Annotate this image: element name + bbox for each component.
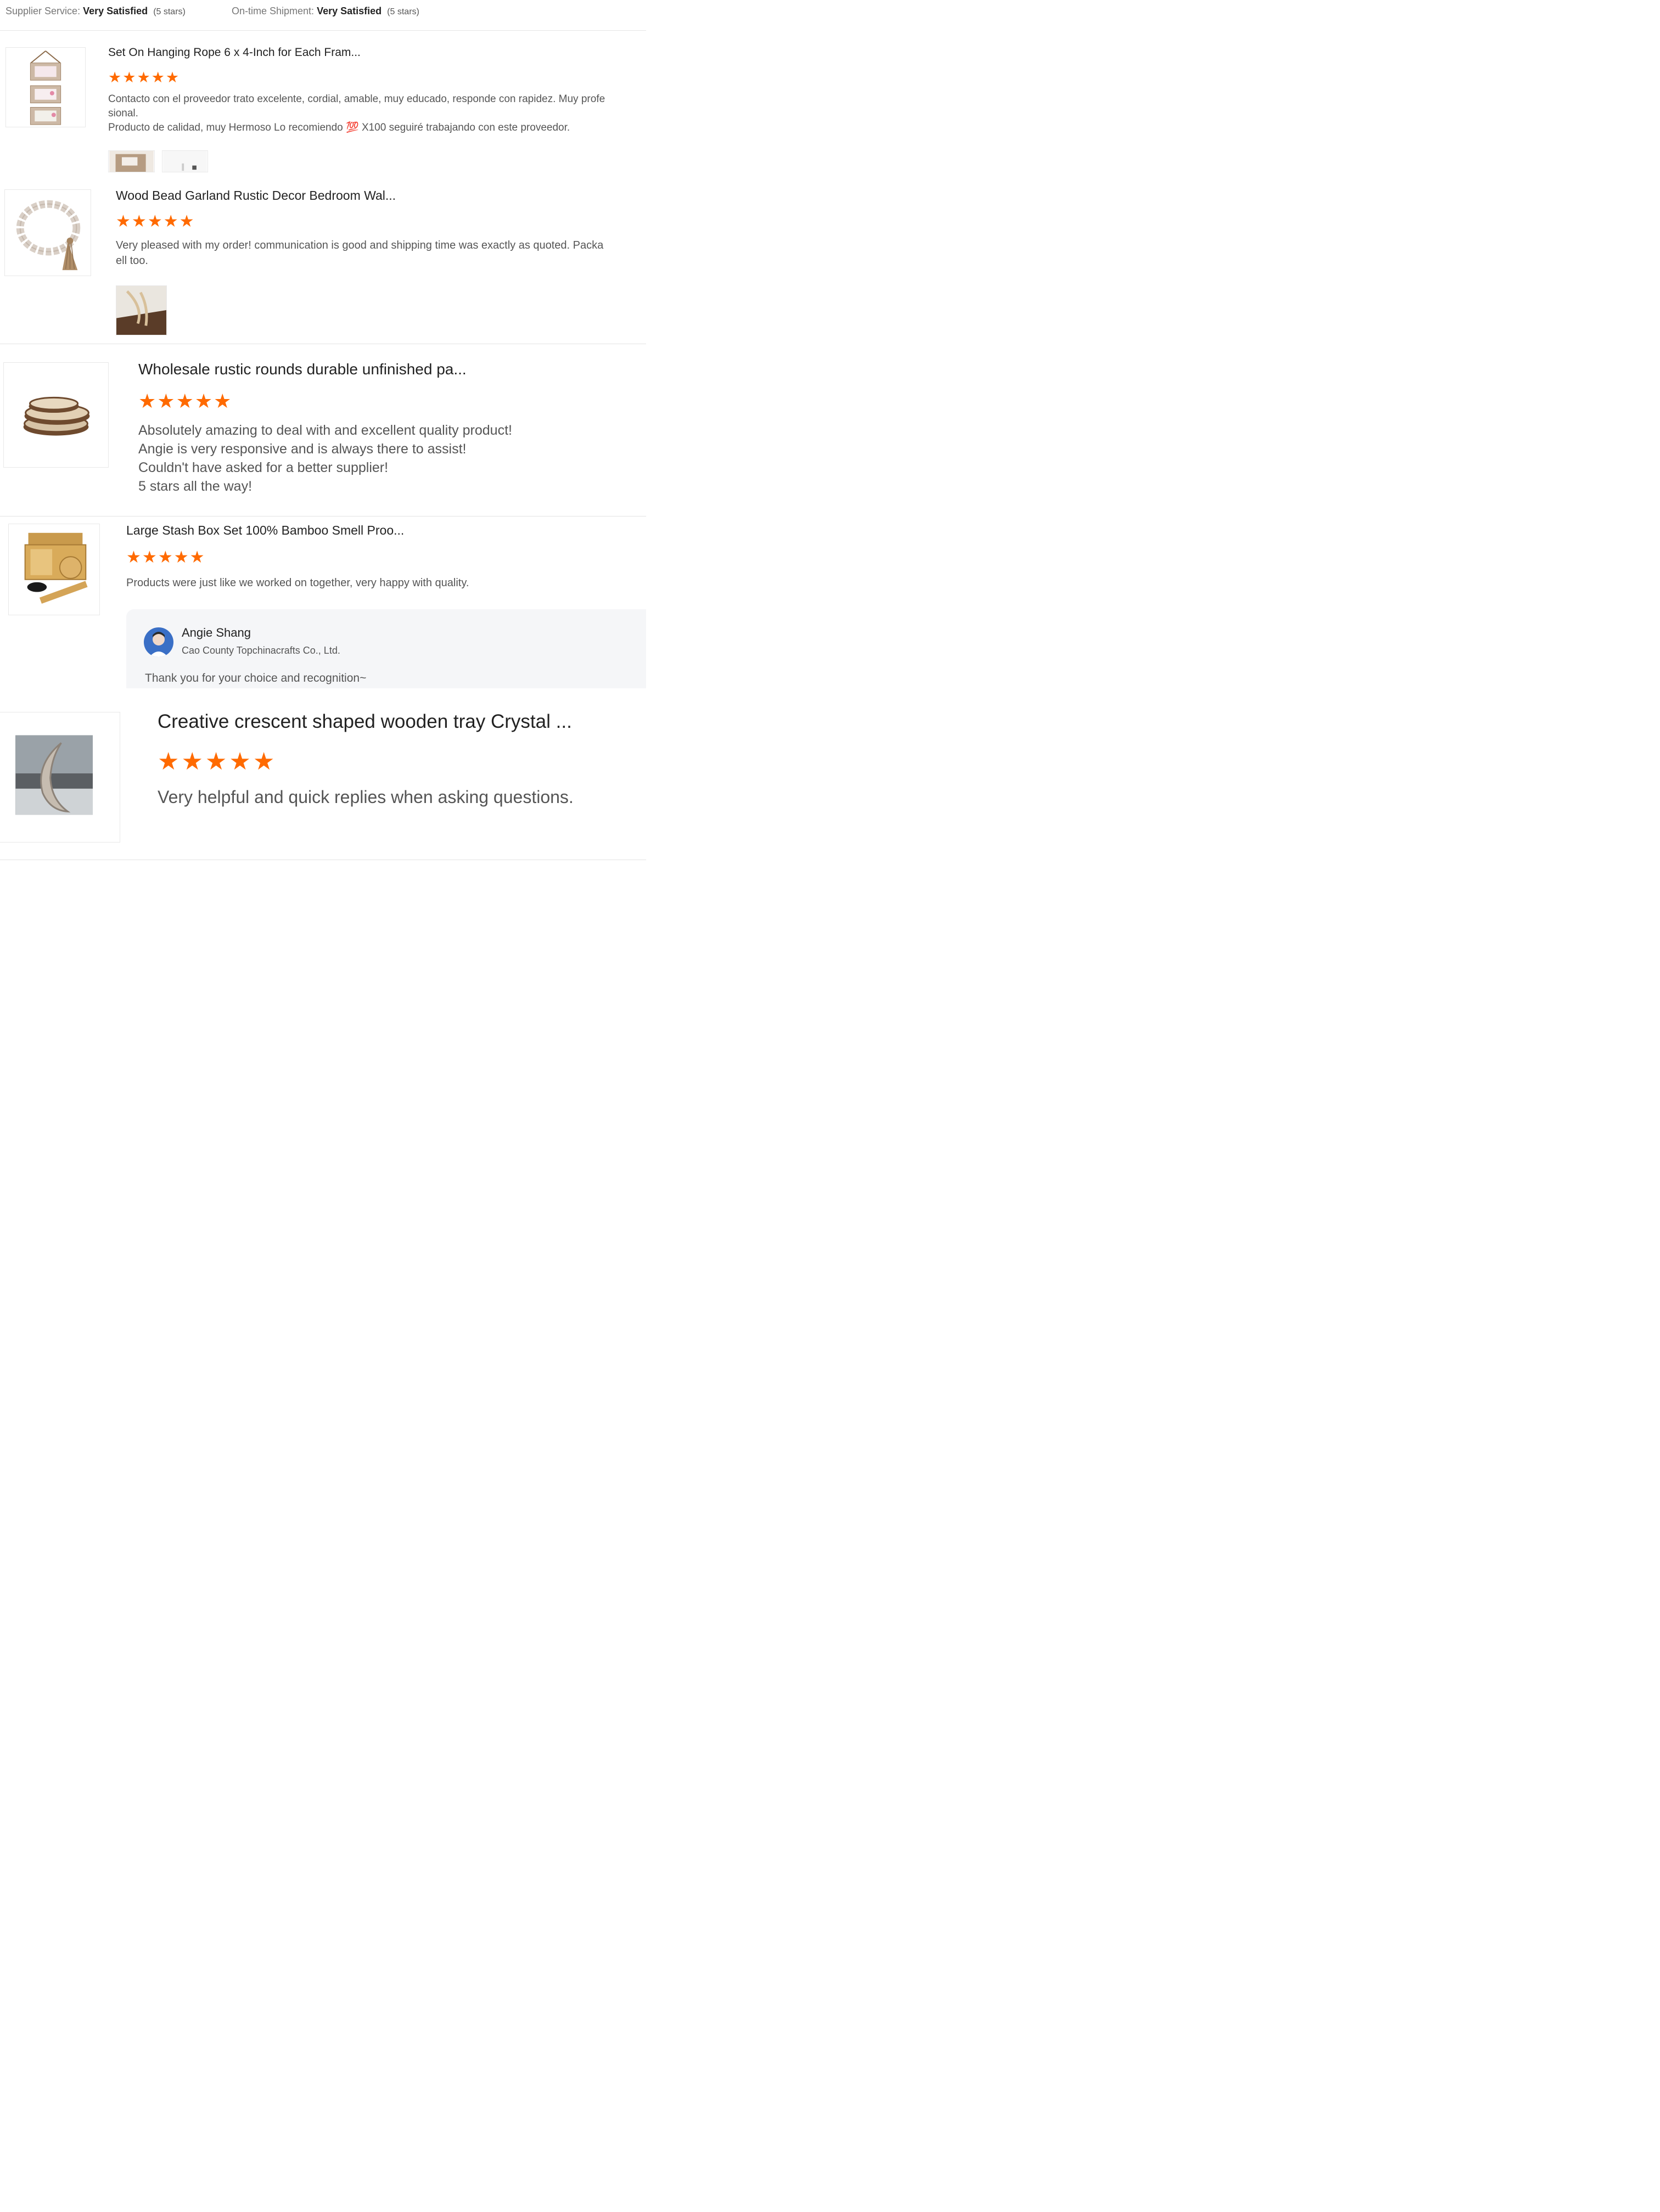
star-rating: ★ ★ ★ ★ ★: [116, 214, 194, 230]
on-time-shipment-label: On-time Shipment:: [232, 5, 315, 16]
on-time-shipment-value: Very Satisfied: [317, 5, 382, 16]
star-icon: ★: [163, 212, 178, 231]
review-text: Very helpful and quick replies when aski…: [158, 786, 574, 808]
star-icon: ★: [158, 548, 173, 566]
review-text-line: Producto de calidad, muy Hermoso Lo reco…: [108, 122, 570, 133]
star-icon: ★: [181, 748, 203, 775]
star-icon: ★: [205, 748, 227, 775]
star-icon: ★: [253, 748, 275, 775]
review-item: Large Stash Box Set 100% Bamboo Smell Pr…: [0, 516, 646, 688]
review-item: Wood Bead Garland Rustic Decor Bedroom W…: [0, 172, 646, 344]
review-text-line: Very helpful and quick replies when aski…: [158, 787, 574, 807]
product-title[interactable]: Large Stash Box Set 100% Bamboo Smell Pr…: [126, 523, 404, 538]
star-icon: ★: [179, 212, 194, 231]
star-icon: ★: [131, 212, 147, 231]
review-text-line: Angie is very responsive and is always t…: [138, 441, 467, 457]
star-icon: ★: [142, 548, 157, 566]
product-thumbnail[interactable]: [8, 524, 100, 615]
review-text: Products were just like we worked on tog…: [126, 575, 469, 591]
review-item: Set On Hanging Rope 6 x 4-Inch for Each …: [0, 31, 646, 172]
supplier-reply: Angie Shang Cao County Topchinacrafts Co…: [126, 609, 646, 688]
star-icon: ★: [189, 548, 205, 566]
rating-summary-bar: Supplier Service: Very Satisfied (5 star…: [0, 0, 646, 31]
review-text-line: Couldn't have asked for a better supplie…: [138, 460, 389, 475]
star-icon: ★: [157, 390, 175, 412]
star-icon: ★: [147, 212, 162, 231]
review-text-line: Absolutely amazing to deal with and exce…: [138, 423, 512, 438]
review-item: Creative crescent shaped wooden tray Cry…: [0, 688, 646, 861]
reply-author-name: Angie Shang: [182, 626, 251, 639]
product-title[interactable]: Creative crescent shaped wooden tray Cry…: [158, 711, 572, 733]
product-title[interactable]: Wholesale rustic rounds durable unfinish…: [138, 361, 467, 378]
supplier-service-value: Very Satisfied: [83, 5, 148, 16]
star-icon: ★: [137, 69, 150, 86]
product-thumbnail[interactable]: [3, 362, 109, 468]
reply-company: Cao County Topchinacrafts Co., Ltd.: [182, 645, 340, 656]
review-photo[interactable]: [108, 150, 155, 172]
star-rating: ★ ★ ★ ★ ★: [126, 549, 205, 566]
review-photo[interactable]: [162, 150, 208, 172]
review-photo[interactable]: [116, 285, 167, 335]
supplier-service-label: Supplier Service:: [5, 5, 81, 16]
review-text-line: ell too.: [116, 255, 148, 267]
star-icon: ★: [108, 69, 122, 86]
star-icon: ★: [229, 748, 251, 775]
star-icon: ★: [138, 390, 156, 412]
review-text: Absolutely amazing to deal with and exce…: [138, 421, 512, 496]
review-text: Contacto con el proveedor trato excelent…: [108, 92, 605, 135]
star-icon: ★: [176, 390, 194, 412]
on-time-shipment-rating: On-time Shipment: Very Satisfied (5 star…: [232, 5, 419, 17]
product-thumbnail[interactable]: [0, 712, 120, 843]
reply-message: Thank you for your choice and recognitio…: [145, 672, 367, 684]
star-icon: ★: [214, 390, 232, 412]
star-icon: ★: [116, 212, 131, 231]
on-time-shipment-count: (5 stars): [387, 7, 419, 16]
review-text: Very pleased with my order! communicatio…: [116, 238, 646, 268]
product-title[interactable]: Set On Hanging Rope 6 x 4-Inch for Each …: [108, 46, 361, 59]
product-thumbnail[interactable]: [5, 47, 86, 127]
star-icon: ★: [194, 390, 213, 412]
star-icon: ★: [126, 548, 141, 566]
avatar: [144, 627, 173, 657]
supplier-service-count: (5 stars): [153, 7, 186, 16]
star-icon: ★: [151, 69, 165, 86]
star-icon: ★: [173, 548, 189, 566]
review-text-line: Very pleased with my order! communicatio…: [116, 239, 604, 251]
star-rating: ★ ★ ★ ★ ★: [138, 391, 231, 411]
star-icon: ★: [122, 69, 136, 86]
review-text-line: sional.: [108, 108, 138, 119]
star-rating: ★ ★ ★ ★ ★: [108, 70, 179, 85]
review-text-line: 5 stars all the way!: [138, 479, 253, 494]
supplier-service-rating: Supplier Service: Very Satisfied (5 star…: [5, 5, 186, 17]
star-icon: ★: [158, 748, 180, 775]
product-thumbnail[interactable]: [4, 189, 91, 276]
review-text-line: Contacto con el proveedor trato excelent…: [108, 93, 605, 105]
review-item: Wholesale rustic rounds durable unfinish…: [0, 344, 646, 516]
star-rating: ★ ★ ★ ★ ★: [158, 750, 274, 774]
star-icon: ★: [165, 69, 180, 86]
review-text-line: Products were just like we worked on tog…: [126, 577, 469, 589]
product-title[interactable]: Wood Bead Garland Rustic Decor Bedroom W…: [116, 188, 396, 203]
